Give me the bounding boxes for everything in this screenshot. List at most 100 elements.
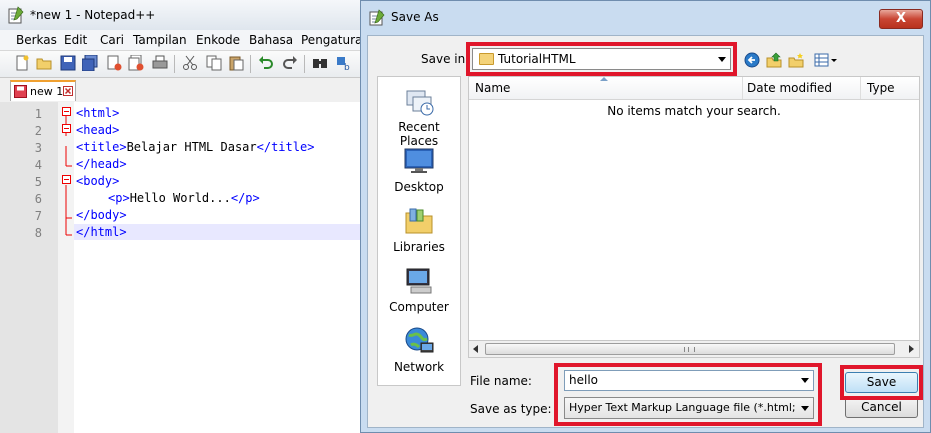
- code-text: Belajar HTML Dasar: [126, 140, 257, 154]
- file-list[interactable]: Name Date modified Type No items match y…: [468, 76, 920, 358]
- computer-icon: [406, 268, 432, 294]
- close-all-icon[interactable]: [128, 55, 144, 71]
- toolbar-separator: [304, 55, 305, 73]
- column-divider[interactable]: [742, 77, 743, 99]
- code-tag: <html>: [76, 106, 120, 120]
- save-icon[interactable]: [60, 55, 76, 71]
- notepadpp-toolbar: b: [0, 51, 360, 78]
- copy-icon[interactable]: [206, 55, 222, 71]
- recent-places-icon: [406, 90, 434, 116]
- code-tag: </title>: [256, 140, 315, 154]
- open-folder-icon[interactable]: [36, 55, 52, 71]
- place-libraries[interactable]: Libraries: [378, 205, 460, 255]
- file-list-header: Name Date modified Type: [469, 77, 919, 100]
- code-editor[interactable]: 1 2 3 4 5 6 7 8 <html> <head> <title>Bel…: [0, 102, 360, 433]
- places-bar: Recent Places Desktop Libraries Computer…: [377, 76, 461, 386]
- menu-tampilan[interactable]: Tampilan: [133, 33, 187, 47]
- code-tag: <p>: [108, 191, 130, 205]
- fold-lines: [65, 116, 72, 236]
- grip-icon: [684, 347, 695, 352]
- file-name-label: File name:: [470, 374, 532, 388]
- code-line-1: <html>: [76, 106, 119, 120]
- network-globe-icon: [405, 327, 434, 353]
- column-header-name[interactable]: Name: [475, 81, 510, 95]
- dialog-titlebar[interactable]: Save As X: [361, 1, 930, 33]
- place-label: Computer: [389, 300, 449, 314]
- code-line-2: <head>: [76, 123, 119, 137]
- new-folder-icon[interactable]: [788, 52, 804, 68]
- code-line-8: </html>: [76, 225, 127, 239]
- place-label: Recent Places: [398, 120, 440, 148]
- place-label: Desktop: [394, 180, 444, 194]
- code-line-7: </body>: [76, 208, 127, 222]
- line-number: 6: [34, 192, 42, 206]
- line-number: 7: [34, 209, 42, 223]
- menu-cari[interactable]: Cari: [100, 33, 124, 47]
- code-tag: <body>: [76, 174, 120, 188]
- highlight-box-file-fields: [554, 363, 822, 426]
- menu-bahasa[interactable]: Bahasa: [249, 33, 293, 47]
- save-all-icon[interactable]: [82, 55, 98, 71]
- code-tag: </head>: [76, 157, 127, 171]
- column-divider[interactable]: [860, 77, 861, 99]
- line-number: 5: [34, 175, 42, 189]
- highlight-box-save-in: [466, 42, 737, 76]
- fold-margin: [58, 102, 74, 433]
- svg-text:b: b: [344, 63, 350, 71]
- place-label: Libraries: [393, 240, 445, 254]
- up-folder-icon[interactable]: [766, 52, 782, 68]
- undo-icon[interactable]: [258, 55, 274, 71]
- fold-toggle-head-icon[interactable]: [62, 124, 71, 133]
- place-recent-places[interactable]: Recent Places: [378, 85, 460, 148]
- code-tag: </p>: [230, 191, 260, 205]
- new-file-icon[interactable]: [14, 55, 30, 71]
- line-number: 4: [34, 158, 42, 172]
- fold-toggle-body-icon[interactable]: [62, 175, 71, 184]
- save-as-dialog: Save As X Save in: TutorialHTML Recent P…: [360, 0, 931, 433]
- place-desktop[interactable]: Desktop: [378, 145, 460, 195]
- sort-ascending-icon: [600, 77, 608, 81]
- code-line-5: <body>: [76, 174, 119, 188]
- line-number: 2: [34, 124, 42, 138]
- highlight-box-save-button: [840, 365, 923, 400]
- toolbar-separator: [250, 55, 251, 73]
- line-number: 3: [34, 141, 42, 155]
- code-tag: <title>: [76, 140, 127, 154]
- menu-edit[interactable]: Edit: [64, 33, 87, 47]
- scroll-right-icon[interactable]: [909, 345, 914, 353]
- notepadpp-tabbar: new 1: [0, 78, 360, 103]
- tab-new-1[interactable]: new 1: [10, 80, 76, 101]
- notepadpp-window: *new 1 - Notepad++ Berkas Edit Cari Tamp…: [0, 0, 370, 433]
- code-line-3: <title>Belajar HTML Dasar</title>: [76, 140, 314, 154]
- replace-icon[interactable]: b: [336, 55, 352, 71]
- desktop-icon: [404, 148, 434, 173]
- column-header-type[interactable]: Type: [867, 81, 895, 95]
- notepadpp-titlebar[interactable]: *new 1 - Notepad++: [0, 0, 360, 30]
- back-icon[interactable]: [744, 52, 760, 68]
- scrollbar-thumb[interactable]: [485, 343, 895, 355]
- unsaved-file-icon: [14, 85, 27, 98]
- print-icon[interactable]: [152, 55, 168, 71]
- cut-icon[interactable]: [182, 55, 198, 71]
- menu-berkas[interactable]: Berkas: [16, 33, 57, 47]
- tab-close-icon[interactable]: [63, 86, 73, 96]
- tab-label: new 1: [30, 85, 64, 98]
- scroll-left-icon[interactable]: [473, 345, 478, 353]
- line-number-gutter: 1 2 3 4 5 6 7 8: [0, 102, 58, 433]
- place-network[interactable]: Network: [378, 325, 460, 375]
- code-tag: <head>: [76, 123, 120, 137]
- close-button[interactable]: X: [879, 9, 923, 29]
- column-header-date-modified[interactable]: Date modified: [747, 81, 832, 95]
- close-file-icon[interactable]: [106, 55, 122, 71]
- code-line-6: <p>Hello World...</p>: [108, 191, 260, 205]
- menu-enkode[interactable]: Enkode: [196, 33, 240, 47]
- place-computer[interactable]: Computer: [378, 265, 460, 315]
- view-menu-icon[interactable]: [814, 52, 838, 68]
- find-icon[interactable]: [312, 55, 328, 71]
- horizontal-scrollbar[interactable]: [468, 340, 920, 358]
- paste-icon[interactable]: [228, 55, 244, 71]
- line-number: 1: [34, 107, 42, 121]
- redo-icon[interactable]: [282, 55, 298, 71]
- fold-toggle-html-icon[interactable]: [62, 107, 71, 116]
- cancel-button[interactable]: Cancel: [845, 397, 918, 418]
